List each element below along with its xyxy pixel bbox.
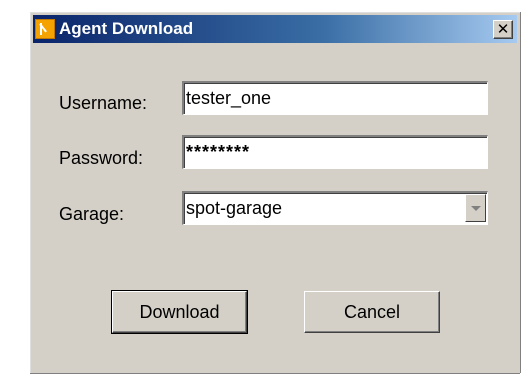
- garage-label: Garage:: [59, 204, 125, 224]
- title-bar[interactable]: Agent Download ✕: [33, 15, 517, 43]
- password-field[interactable]: ********: [182, 135, 488, 169]
- close-icon: ✕: [496, 20, 510, 38]
- cancel-button[interactable]: Cancel: [304, 291, 440, 333]
- password-label: Password:: [59, 148, 144, 168]
- garage-select[interactable]: spot-garage: [182, 191, 488, 225]
- username-field[interactable]: tester_one: [182, 81, 488, 115]
- dropdown-arrow-icon[interactable]: [465, 194, 486, 222]
- download-button[interactable]: Download: [111, 290, 248, 334]
- garage-select-value: spot-garage: [186, 198, 283, 218]
- agent-download-dialog: Agent Download ✕ Username: tester_one Pa…: [30, 12, 520, 373]
- close-button[interactable]: ✕: [493, 20, 513, 39]
- window-title: Agent Download: [59, 19, 194, 38]
- username-label: Username:: [59, 93, 148, 113]
- app-logo-icon: [35, 19, 55, 39]
